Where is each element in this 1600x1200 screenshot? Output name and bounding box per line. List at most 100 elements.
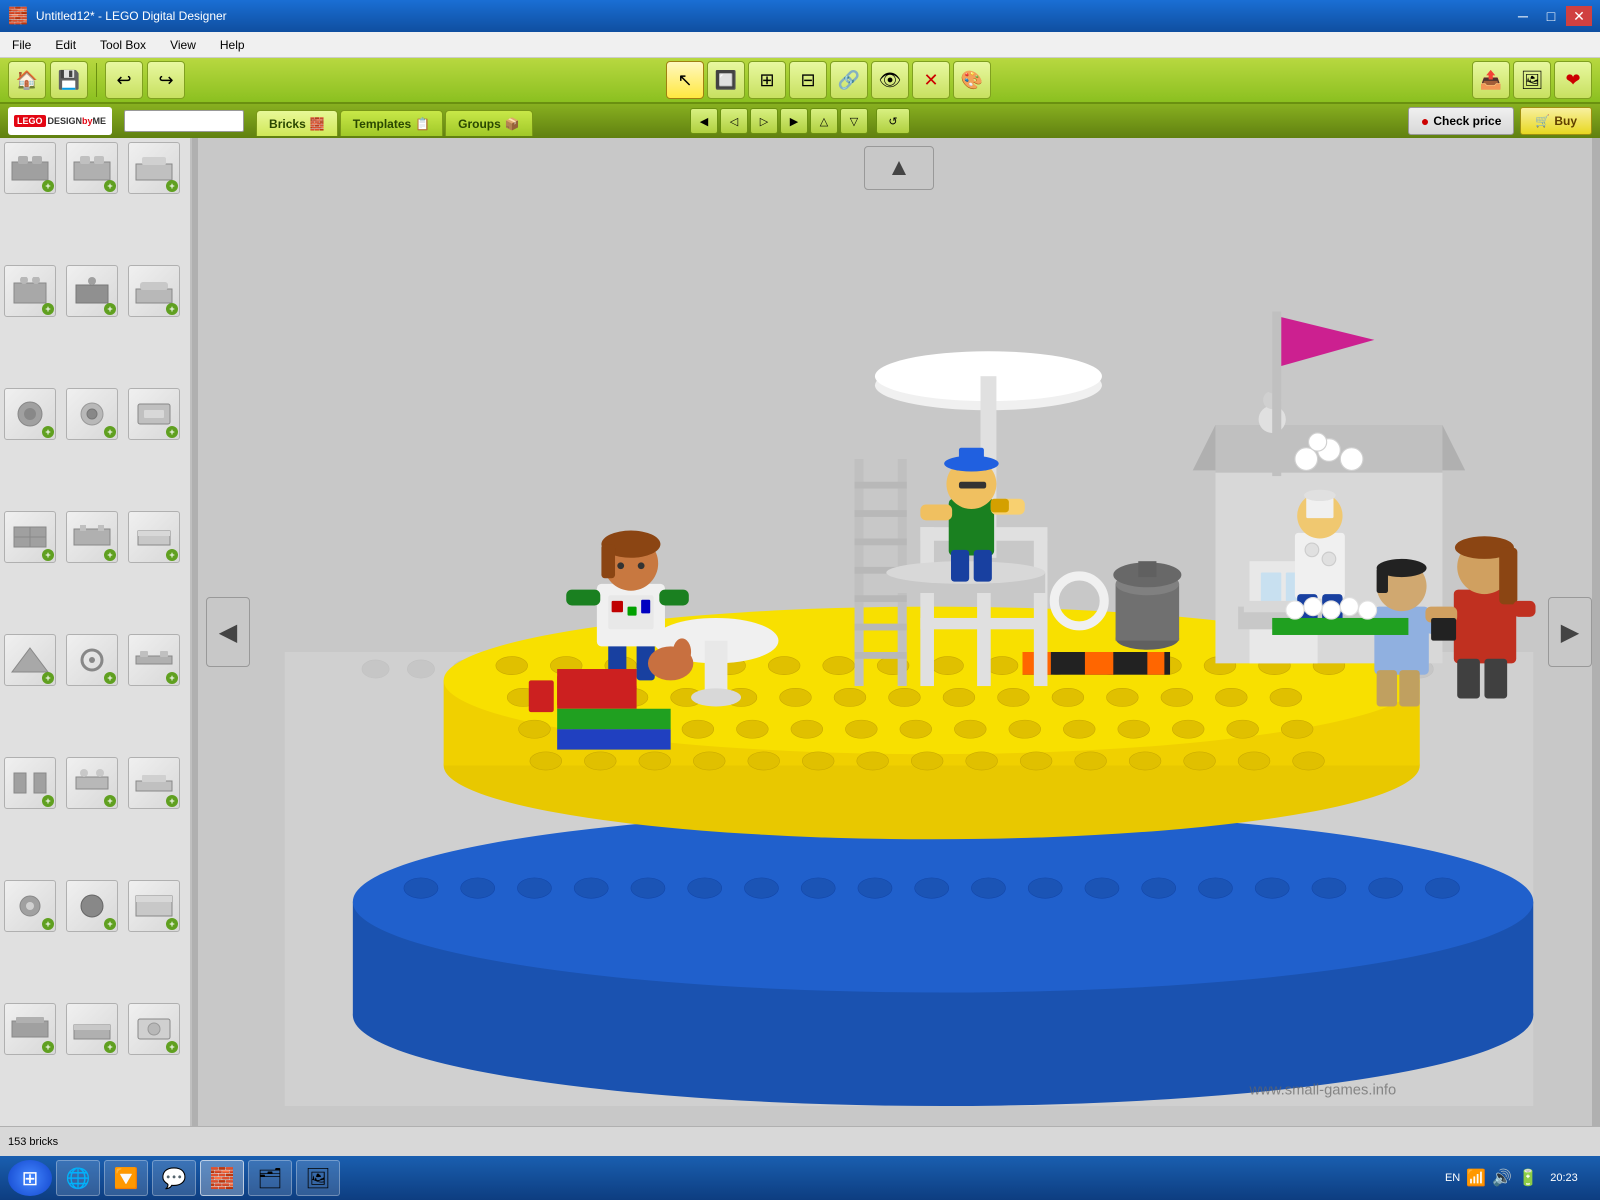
brick-item-4[interactable]: + <box>4 265 56 317</box>
tray-battery-icon[interactable]: 🔋 <box>1518 1168 1538 1188</box>
brick-item-14[interactable]: + <box>66 634 118 686</box>
taskbar-tray: EN 📶 🔊 🔋 20:23 <box>1437 1168 1592 1188</box>
brick-add-icon-17: + <box>104 795 116 807</box>
nav-btn-3[interactable]: ▷ <box>750 108 778 134</box>
svg-text:www.small-games.info: www.small-games.info <box>1249 1083 1397 1099</box>
tab-groups[interactable]: Groups 📦 <box>445 110 533 136</box>
brick-tool-1[interactable]: 🔲 <box>707 61 745 99</box>
brick-item-10[interactable]: + <box>4 511 56 563</box>
nav-btn-7[interactable]: ↺ <box>876 108 910 134</box>
taskbar-chrome[interactable]: 🌐 <box>56 1160 100 1196</box>
delete-tool[interactable]: ✕ <box>912 61 950 99</box>
brick-tool-2[interactable]: ⊞ <box>748 61 786 99</box>
brick-item-23[interactable]: + <box>66 1003 118 1055</box>
brick-item-19[interactable]: + <box>4 880 56 932</box>
groups-tab-label: Groups <box>458 117 501 131</box>
lego-logo: LEGO <box>14 115 46 127</box>
brick-add-icon-6: + <box>166 303 178 315</box>
canvas-area: ▲ ◀ ▶ <box>198 138 1600 1126</box>
navigate-left-button[interactable]: ◀ <box>206 597 250 667</box>
navigate-right-button[interactable]: ▶ <box>1548 597 1592 667</box>
nav-btn-1[interactable]: ◀ <box>690 108 718 134</box>
brick-add-icon-5: + <box>104 303 116 315</box>
taskbar-torrent[interactable]: 🔽 <box>104 1160 148 1196</box>
brick-item-9[interactable]: + <box>128 388 180 440</box>
brick-item-15[interactable]: + <box>128 634 180 686</box>
brick-add-icon-10: + <box>42 549 54 561</box>
scene-svg: www.small-games.info <box>278 198 1540 1106</box>
brick-add-icon-13: + <box>42 672 54 684</box>
taskbar-skype[interactable]: 💬 <box>152 1160 196 1196</box>
tab-bricks[interactable]: Bricks 🧱 <box>256 110 338 136</box>
brick-item-6[interactable]: + <box>128 265 180 317</box>
right-resize-handle[interactable] <box>1592 138 1600 1126</box>
heart-button[interactable]: ❤ <box>1554 61 1592 99</box>
maximize-button[interactable]: □ <box>1538 6 1564 26</box>
tray-volume-icon[interactable]: 🔊 <box>1492 1168 1512 1188</box>
paint-tool[interactable]: 🎨 <box>953 61 991 99</box>
brick-add-icon-21: + <box>166 918 178 930</box>
connect-tool[interactable]: 🔗 <box>830 61 868 99</box>
navigate-up-button[interactable]: ▲ <box>864 146 934 190</box>
brick-search-input[interactable] <box>124 110 244 132</box>
brick-count: 153 bricks <box>8 1136 58 1148</box>
menu-file[interactable]: File <box>4 36 39 54</box>
buy-button[interactable]: 🛒 Buy <box>1520 107 1592 135</box>
brick-item-18[interactable]: + <box>128 757 180 809</box>
gallery-button[interactable]: 🖼 <box>1513 61 1551 99</box>
brick-add-icon-11: + <box>104 549 116 561</box>
brick-item-12[interactable]: + <box>128 511 180 563</box>
brick-item-3[interactable]: + <box>128 142 180 194</box>
menu-help[interactable]: Help <box>212 36 253 54</box>
brick-item-5[interactable]: + <box>66 265 118 317</box>
redo-button[interactable]: ↪ <box>147 61 185 99</box>
minimize-button[interactable]: ─ <box>1510 6 1536 26</box>
tray-network-icon[interactable]: 📶 <box>1466 1168 1486 1188</box>
brick-item-13[interactable]: + <box>4 634 56 686</box>
brick-item-16[interactable]: + <box>4 757 56 809</box>
brick-item-1[interactable]: + <box>4 142 56 194</box>
brick-add-icon-16: + <box>42 795 54 807</box>
tab-templates[interactable]: Templates 📋 <box>340 110 443 136</box>
close-button[interactable]: ✕ <box>1566 6 1592 26</box>
brick-add-icon-4: + <box>42 303 54 315</box>
brick-item-8[interactable]: + <box>66 388 118 440</box>
brick-item-17[interactable]: + <box>66 757 118 809</box>
brick-tool-3[interactable]: ⊟ <box>789 61 827 99</box>
select-tool[interactable]: ↖ <box>666 61 704 99</box>
brick-item-22[interactable]: + <box>4 1003 56 1055</box>
brick-item-2[interactable]: + <box>66 142 118 194</box>
share-button[interactable]: 📤 <box>1472 61 1510 99</box>
window-controls: ─ □ ✕ <box>1510 6 1592 26</box>
menu-view[interactable]: View <box>162 36 204 54</box>
brick-item-21[interactable]: + <box>128 880 180 932</box>
taskbar-lego[interactable]: 🧱 <box>200 1160 244 1196</box>
home-button[interactable]: 🏠 <box>8 61 46 99</box>
menu-edit[interactable]: Edit <box>47 36 84 54</box>
view-tool[interactable]: 👁 <box>871 61 909 99</box>
nav-btn-2[interactable]: ◁ <box>720 108 748 134</box>
brick-add-icon-20: + <box>104 918 116 930</box>
taskbar-explorer[interactable]: 🗂 <box>248 1160 292 1196</box>
brick-item-11[interactable]: + <box>66 511 118 563</box>
nav-btn-6[interactable]: ▽ <box>840 108 868 134</box>
undo-button[interactable]: ↩ <box>105 61 143 99</box>
brick-item-7[interactable]: + <box>4 388 56 440</box>
nav-btn-5[interactable]: △ <box>810 108 838 134</box>
save-button[interactable]: 💾 <box>50 61 88 99</box>
start-button[interactable]: ⊞ <box>8 1160 52 1196</box>
window-title: Untitled12* - LEGO Digital Designer <box>36 9 227 23</box>
brick-item-24[interactable]: + <box>128 1003 180 1055</box>
nav-btn-4[interactable]: ▶ <box>780 108 808 134</box>
templates-tab-label: Templates <box>353 117 411 131</box>
menu-toolbox[interactable]: Tool Box <box>92 36 154 54</box>
title-bar: 🧱 Untitled12* - LEGO Digital Designer ─ … <box>0 0 1600 32</box>
bricks-tab-label: Bricks <box>269 117 306 131</box>
check-price-label: Check price <box>1433 114 1501 128</box>
buy-cart-icon: 🛒 <box>1535 114 1550 128</box>
lego-scene: www.small-games.info <box>278 198 1540 1106</box>
taskbar-media[interactable]: 🖼 <box>296 1160 340 1196</box>
check-price-button[interactable]: ● Check price <box>1408 107 1515 135</box>
brick-item-20[interactable]: + <box>66 880 118 932</box>
brick-add-icon-2: + <box>104 180 116 192</box>
